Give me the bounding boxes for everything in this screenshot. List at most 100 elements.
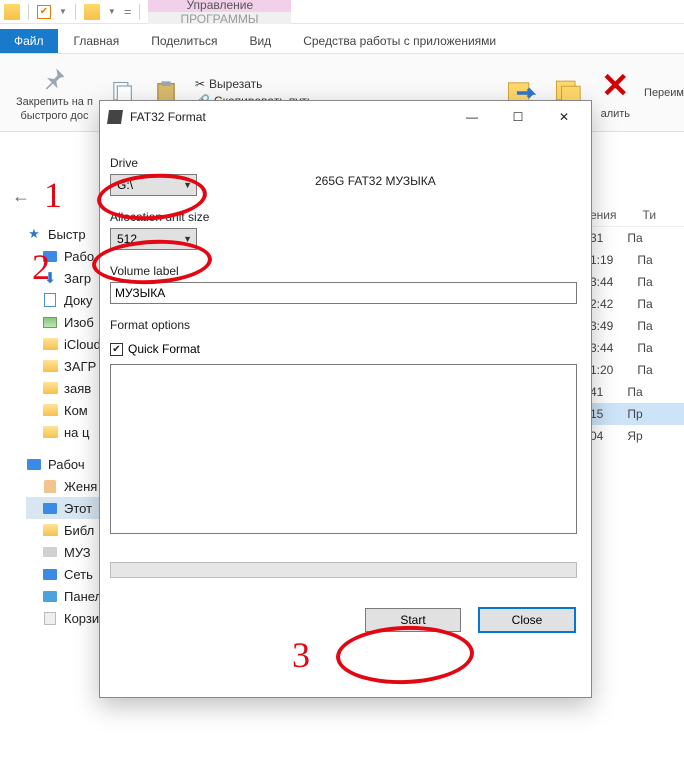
log-textarea[interactable] xyxy=(110,364,577,534)
alloc-select-value: 512 xyxy=(117,232,137,246)
folder-icon xyxy=(42,424,58,440)
quick-access-toolbar: ✔ ▼ ▼ = Управление ПРОГРАММЫ xyxy=(0,0,684,24)
minimize-button[interactable]: — xyxy=(449,103,495,131)
list-row[interactable]: 41 Па xyxy=(590,381,684,403)
maximize-button[interactable]: ☐ xyxy=(495,103,541,131)
cell-type: Па xyxy=(627,385,642,399)
cell-time: 04 xyxy=(590,429,603,443)
pin-icon xyxy=(39,64,69,94)
ribbon-rename[interactable]: Переим xyxy=(644,87,684,99)
cell-type: Па xyxy=(637,275,652,289)
list-row[interactable]: 1:19 Па xyxy=(590,249,684,271)
tab-file[interactable]: Файл xyxy=(0,29,58,53)
ribbon-rename-label: Переим xyxy=(644,87,684,99)
list-row[interactable]: 3:44 Па xyxy=(590,271,684,293)
start-button[interactable]: Start xyxy=(365,608,461,632)
app-dialog-icon xyxy=(107,110,123,124)
ribbon-pin-label2: быстрого дос xyxy=(20,110,88,122)
drive-label: Drive xyxy=(110,156,581,170)
qat-dropdown2-icon[interactable]: ▼ xyxy=(108,7,116,16)
user-icon xyxy=(42,478,58,494)
cell-type: Па xyxy=(637,319,652,333)
tab-share[interactable]: Поделиться xyxy=(135,29,233,53)
list-row[interactable]: 1:20Па xyxy=(590,359,684,381)
ribbon-delete[interactable]: ✕ алить xyxy=(601,66,630,120)
tab-view[interactable]: Вид xyxy=(233,29,287,53)
cell-time: 3:49 xyxy=(590,319,613,333)
nav-back-icon[interactable]: ← xyxy=(12,186,30,206)
col-type[interactable]: Ти xyxy=(643,208,657,222)
folder-icon xyxy=(42,358,58,374)
downloads-icon: ⬇ xyxy=(42,270,58,286)
list-row[interactable]: 04 Яр xyxy=(590,425,684,447)
qat-checkbox-icon[interactable]: ✔ xyxy=(37,5,51,19)
cell-time: 15 xyxy=(590,407,603,421)
ribbon-pin-label1: Закрепить на п xyxy=(16,96,93,108)
volume-label: Volume label xyxy=(110,264,581,278)
close-x-button[interactable]: ✕ xyxy=(541,103,587,131)
drive-icon xyxy=(42,544,58,560)
folder-icon xyxy=(42,380,58,396)
cell-time: 41 xyxy=(590,385,603,399)
dialog-title: FAT32 Format xyxy=(130,110,449,124)
ribbon-cut[interactable]: ✂Вырезать xyxy=(195,77,313,91)
pictures-icon xyxy=(42,314,58,330)
file-list-partial: ения Ти 31Па1:19Па3:44Па2:42Па3:49Па3:44… xyxy=(590,208,684,447)
qat-overflow-icon[interactable]: = xyxy=(124,4,132,19)
cell-type: Па xyxy=(637,341,652,355)
cell-time: 1:20 xyxy=(590,363,613,377)
folder-icon xyxy=(42,402,58,418)
list-row[interactable]: 15 Пр xyxy=(590,403,684,425)
desktop-icon xyxy=(26,456,42,472)
cell-time: 1:19 xyxy=(590,253,613,267)
cell-time: 31 xyxy=(590,231,603,245)
close-button[interactable]: Close xyxy=(479,608,575,632)
chevron-down-icon: ▼ xyxy=(183,180,192,190)
alloc-select[interactable]: 512 ▼ xyxy=(110,228,197,250)
ribbon-pin[interactable]: Закрепить на п быстрого дос xyxy=(16,64,93,122)
control-panel-icon xyxy=(42,588,58,604)
fat32-format-dialog: FAT32 Format — ☐ ✕ Drive G:\ ▼ 265G FAT3… xyxy=(99,100,592,698)
delete-x-icon: ✕ xyxy=(601,66,630,106)
folder-app-icon xyxy=(4,4,20,20)
drive-select[interactable]: G:\ ▼ xyxy=(110,174,197,196)
cell-type: Яр xyxy=(627,429,642,443)
dialog-titlebar[interactable]: FAT32 Format — ☐ ✕ xyxy=(100,101,591,132)
cell-type: Па xyxy=(637,297,652,311)
col-modified[interactable]: ения xyxy=(590,208,617,222)
ribbon-tabs: Файл Главная Поделиться Вид Средства раб… xyxy=(0,24,684,54)
list-row[interactable]: 3:49 Па xyxy=(590,315,684,337)
desktop-icon xyxy=(42,248,58,264)
volume-label-input[interactable] xyxy=(110,282,577,304)
pc-icon xyxy=(42,500,58,516)
recycle-bin-icon xyxy=(42,610,58,626)
format-options-label: Format options xyxy=(110,318,581,332)
list-row[interactable]: 2:42 Па xyxy=(590,293,684,315)
checkbox-checked-icon: ✔ xyxy=(110,343,123,356)
contextual-tab-manage: Управление xyxy=(148,0,291,12)
drive-info-text: 265G FAT32 МУЗЫКА xyxy=(315,174,436,188)
ribbon-delete-label: алить xyxy=(601,108,630,120)
cell-type: Па xyxy=(637,253,652,267)
alloc-label: Allocation unit size xyxy=(110,210,581,224)
documents-icon xyxy=(42,292,58,308)
star-icon: ★ xyxy=(26,226,42,242)
list-row[interactable]: 31Па xyxy=(590,227,684,249)
quick-format-checkbox[interactable]: ✔ Quick Format xyxy=(110,342,581,356)
tab-home[interactable]: Главная xyxy=(58,29,136,53)
list-row[interactable]: 3:44 Па xyxy=(590,337,684,359)
network-icon xyxy=(42,566,58,582)
cell-time: 2:42 xyxy=(590,297,613,311)
cell-time: 3:44 xyxy=(590,275,613,289)
qat-dropdown-icon[interactable]: ▼ xyxy=(59,7,67,16)
drive-select-value: G:\ xyxy=(117,178,133,192)
cell-type: Пр xyxy=(627,407,642,421)
scissors-icon: ✂ xyxy=(195,77,205,91)
progress-bar xyxy=(110,562,577,578)
libraries-icon xyxy=(42,522,58,538)
cell-time: 3:44 xyxy=(590,341,613,355)
tab-app-tools[interactable]: Средства работы с приложениями xyxy=(287,29,512,53)
folder-icon xyxy=(42,336,58,352)
quick-format-label: Quick Format xyxy=(128,342,200,356)
qat-folder-icon[interactable] xyxy=(84,4,100,20)
